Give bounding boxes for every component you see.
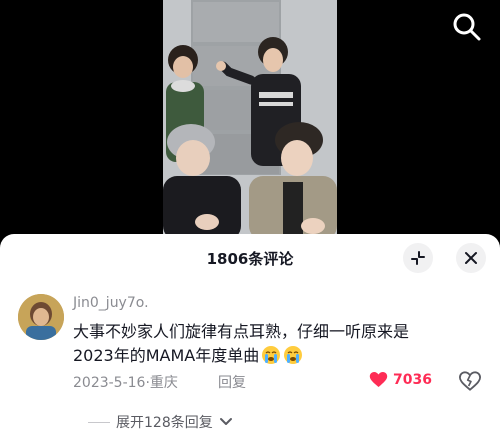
comment-date: 2023-5-16 — [73, 375, 146, 391]
comment-username[interactable]: Jin0_juy7o. — [73, 295, 149, 311]
comment-text-line2: 2023年的MAMA年度单曲 — [73, 346, 260, 365]
crying-emoji-icon — [262, 346, 281, 364]
collapse-icon — [411, 251, 425, 265]
divider — [88, 421, 110, 423]
like-count: 7036 — [393, 371, 432, 388]
close-icon — [465, 252, 477, 264]
like-button[interactable]: 7036 — [369, 371, 432, 388]
heart-icon — [369, 371, 388, 388]
dislike-button[interactable] — [458, 371, 482, 395]
expand-replies-label: 展开128条回复 — [116, 415, 213, 431]
close-button[interactable] — [456, 243, 486, 273]
avatar[interactable] — [18, 294, 64, 340]
reply-button[interactable]: 回复 — [218, 372, 246, 392]
video-frame — [163, 0, 337, 240]
comment-text: 大事不妙家人们旋律有点耳熟，仔细一听原来是 2023年的MAMA年度单曲 — [73, 320, 483, 368]
comments-panel: 1806条评论 Jin0_juy7o. 大事不妙家人们旋律有点耳熟，仔细一听原来… — [0, 234, 500, 435]
comment-text-line1: 大事不妙家人们旋律有点耳熟，仔细一听原来是 — [73, 322, 410, 341]
comment-text-line2-row: 2023年的MAMA年度单曲 — [73, 344, 483, 368]
chevron-down-icon — [219, 418, 232, 425]
search-icon[interactable] — [450, 10, 484, 44]
comment-location: 重庆 — [149, 375, 178, 391]
crying-emoji-icon — [284, 346, 303, 364]
video-player[interactable] — [0, 0, 500, 240]
expand-replies-button[interactable]: 展开128条回复 — [88, 412, 233, 432]
collapse-button[interactable] — [403, 243, 433, 273]
dislike-icon — [458, 371, 482, 391]
video-image — [163, 0, 337, 240]
comment-meta: 2023-5-16·重庆 — [73, 372, 178, 392]
